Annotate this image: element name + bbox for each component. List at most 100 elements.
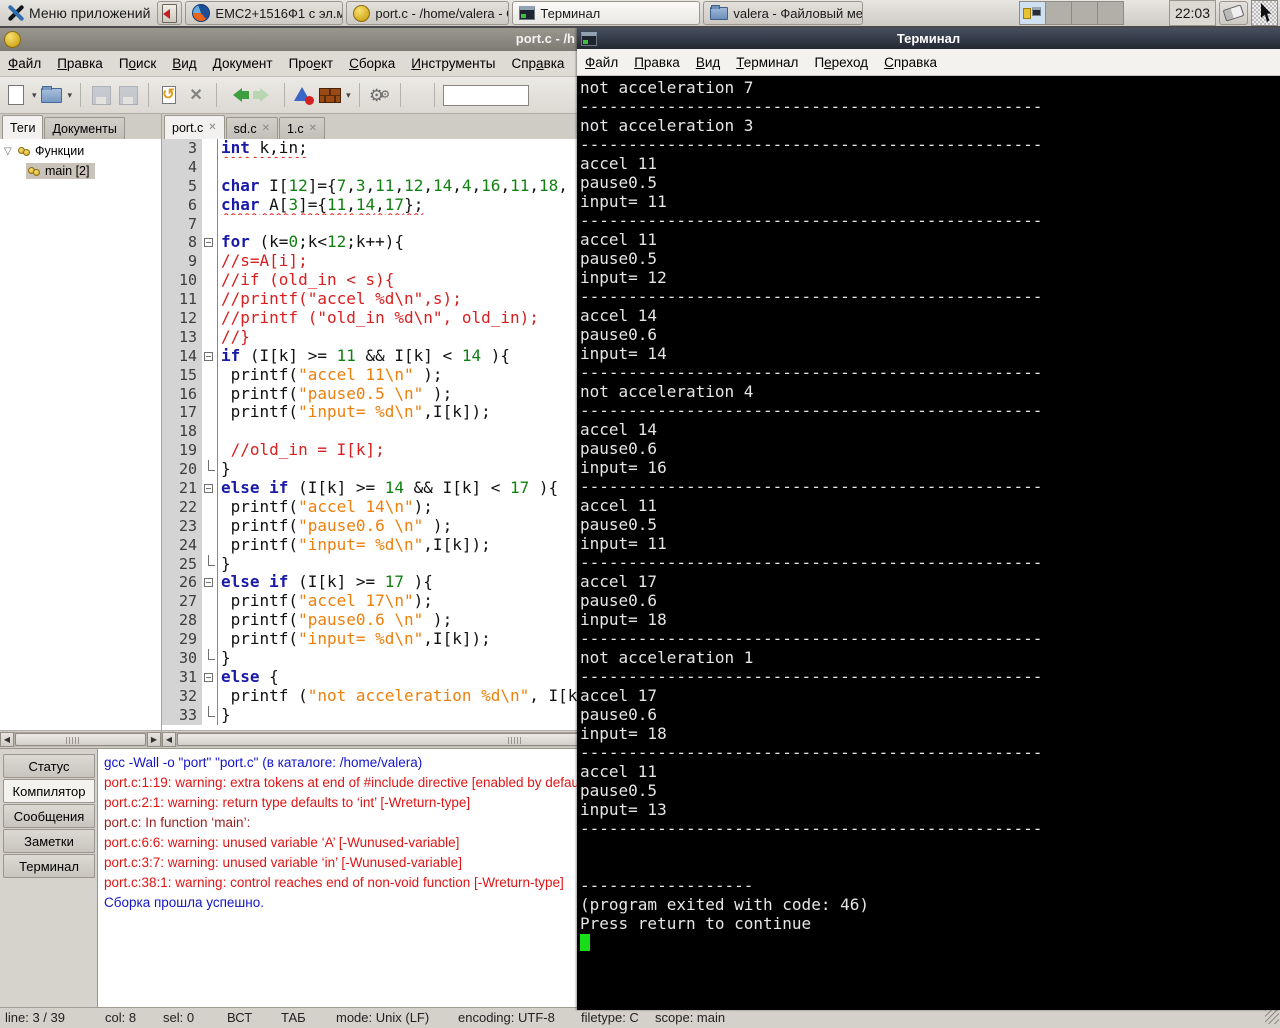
resize-grip[interactable] bbox=[1265, 1010, 1279, 1024]
line-number: 9 bbox=[162, 252, 202, 272]
close-document-button[interactable]: ✕ bbox=[184, 82, 208, 108]
status-insert-mode[interactable]: ВСТ bbox=[227, 1010, 252, 1025]
logout-door-icon bbox=[162, 3, 178, 23]
menu-item[interactable]: Файл bbox=[577, 55, 626, 70]
fold-margin[interactable] bbox=[202, 479, 218, 498]
close-tab-icon[interactable]: ✕ bbox=[309, 123, 317, 134]
applications-menu-label: Меню приложений bbox=[29, 5, 151, 21]
editor-tab-1c[interactable]: 1.c ✕ bbox=[278, 117, 326, 139]
workspace-2[interactable] bbox=[1045, 2, 1072, 24]
line-number: 13 bbox=[162, 327, 202, 347]
workspace-3[interactable] bbox=[1071, 2, 1098, 24]
revert-button[interactable]: ↺ bbox=[157, 82, 181, 108]
panel-tab-terminal[interactable]: Терминал bbox=[3, 854, 95, 878]
navigate-back-button[interactable] bbox=[225, 82, 249, 108]
status-tab-mode[interactable]: ТАБ bbox=[281, 1010, 306, 1025]
editor-tab-portc[interactable]: port.c ✕ bbox=[164, 115, 225, 139]
menu-item[interactable]: Терминал bbox=[728, 55, 806, 70]
sidebar-tab-tags[interactable]: Теги bbox=[2, 115, 44, 139]
sidebar-hscrollbar[interactable]: ◀ ▶ bbox=[0, 730, 161, 748]
panel-tab-messages[interactable]: Сообщения bbox=[3, 804, 95, 828]
fold-margin[interactable] bbox=[202, 233, 218, 253]
scroll-left-arrow[interactable]: ◀ bbox=[162, 732, 176, 747]
scroll-right-arrow[interactable]: ▶ bbox=[147, 732, 161, 747]
save-button[interactable] bbox=[89, 82, 113, 108]
terminal-output[interactable]: not acceleration 7 ----------------------… bbox=[577, 76, 1280, 1010]
tree-item-main[interactable]: main [2] bbox=[0, 161, 161, 181]
menu-item[interactable]: Проект bbox=[281, 56, 342, 71]
tag-icon bbox=[28, 166, 41, 176]
open-file-dropdown[interactable]: ▾ bbox=[68, 90, 73, 101]
color-chooser-button[interactable] bbox=[409, 87, 426, 104]
terminal-line: pause0.5 bbox=[580, 515, 658, 534]
status-sel: sel: 0 bbox=[163, 1010, 195, 1025]
fold-margin bbox=[202, 516, 218, 536]
menu-item[interactable]: Справка bbox=[876, 55, 945, 70]
terminal-line: ----------------------------------------… bbox=[580, 819, 1043, 838]
close-tab-icon[interactable]: ✕ bbox=[208, 122, 216, 133]
toolbar-search-input[interactable] bbox=[442, 84, 529, 106]
menu-item[interactable]: Файл bbox=[0, 56, 49, 71]
line-number: 30 bbox=[162, 649, 202, 668]
task-button-geany[interactable]: port.c - /home/valera - G... bbox=[346, 1, 510, 25]
fold-margin[interactable] bbox=[202, 649, 218, 668]
terminal-titlebar[interactable]: Терминал bbox=[577, 28, 1280, 49]
close-tab-icon[interactable]: ✕ bbox=[262, 123, 270, 134]
sidebar-tab-documents[interactable]: Документы bbox=[44, 117, 125, 139]
workspace-4[interactable] bbox=[1097, 2, 1123, 24]
run-button[interactable]: ⚙ ⚙ bbox=[368, 82, 392, 108]
terminal-line: ----------------------------------------… bbox=[580, 629, 1043, 648]
workspace-1[interactable] bbox=[1019, 2, 1046, 24]
menu-item[interactable]: Правка bbox=[626, 55, 688, 70]
fold-margin[interactable] bbox=[202, 346, 218, 366]
fold-margin[interactable] bbox=[202, 667, 218, 687]
navigate-forward-button[interactable] bbox=[252, 82, 276, 108]
task-button-terminal[interactable]: Терминал bbox=[512, 1, 701, 25]
panel-tab-notes[interactable]: Заметки bbox=[3, 829, 95, 853]
fold-margin[interactable] bbox=[202, 705, 218, 725]
line-number: 4 bbox=[162, 157, 202, 177]
save-all-button[interactable] bbox=[116, 82, 140, 108]
clock: 22:03 bbox=[1168, 0, 1216, 26]
line-number: 17 bbox=[162, 403, 202, 423]
menu-item[interactable]: Поиск bbox=[111, 56, 164, 71]
line-number: 23 bbox=[162, 516, 202, 536]
task-button-browser[interactable]: ЕМС2+1516Ф1 с эл.маг... bbox=[185, 1, 344, 25]
menu-item[interactable]: Справка bbox=[503, 56, 572, 71]
fold-margin[interactable] bbox=[202, 573, 218, 593]
workspace-pager[interactable] bbox=[1018, 1, 1124, 25]
build-button[interactable] bbox=[318, 82, 342, 108]
menu-item[interactable]: Вид bbox=[164, 56, 204, 71]
line-number: 25 bbox=[162, 554, 202, 574]
new-file-dropdown[interactable]: ▾ bbox=[32, 90, 37, 101]
panel-tab-status[interactable]: Статус bbox=[3, 754, 95, 778]
menu-item[interactable]: Документ bbox=[205, 56, 281, 71]
expander-icon[interactable]: ▽ bbox=[4, 146, 14, 157]
scroll-left-arrow[interactable]: ◀ bbox=[0, 732, 14, 747]
terminal-line: accel 17 bbox=[580, 572, 658, 591]
open-file-button[interactable] bbox=[40, 82, 64, 108]
editor-tab-sdc[interactable]: sd.c ✕ bbox=[225, 117, 278, 139]
menu-item[interactable]: Сборка bbox=[341, 56, 403, 71]
tab-label: 1.c bbox=[286, 121, 304, 136]
fold-margin[interactable] bbox=[202, 460, 218, 480]
symbols-tree[interactable]: ▽ Функции main [2] bbox=[0, 139, 161, 730]
applications-menu-button[interactable]: Меню приложений bbox=[2, 1, 154, 25]
menu-item[interactable]: Вид bbox=[688, 55, 728, 70]
menu-item[interactable]: Инструменты bbox=[403, 56, 503, 71]
menu-item[interactable]: Правка bbox=[49, 56, 111, 71]
build-dropdown[interactable]: ▾ bbox=[346, 90, 351, 101]
fold-margin[interactable] bbox=[202, 554, 218, 574]
line-number: 19 bbox=[162, 441, 202, 461]
compile-button[interactable] bbox=[293, 85, 315, 105]
tree-item-functions[interactable]: ▽ Функции bbox=[0, 141, 161, 161]
status-scope: scope: main bbox=[655, 1010, 726, 1025]
panel-tab-compiler[interactable]: Компилятор bbox=[3, 779, 95, 803]
plugin-button[interactable] bbox=[1219, 1, 1248, 25]
menu-item[interactable]: Переход bbox=[806, 55, 876, 70]
task-button-filemanager[interactable]: valera - Файловый мен... bbox=[703, 1, 864, 25]
logout-button[interactable] bbox=[157, 1, 183, 25]
task-label: valera - Файловый мен... bbox=[733, 5, 863, 21]
line-number: 3 bbox=[162, 139, 202, 158]
new-file-button[interactable] bbox=[4, 82, 28, 108]
